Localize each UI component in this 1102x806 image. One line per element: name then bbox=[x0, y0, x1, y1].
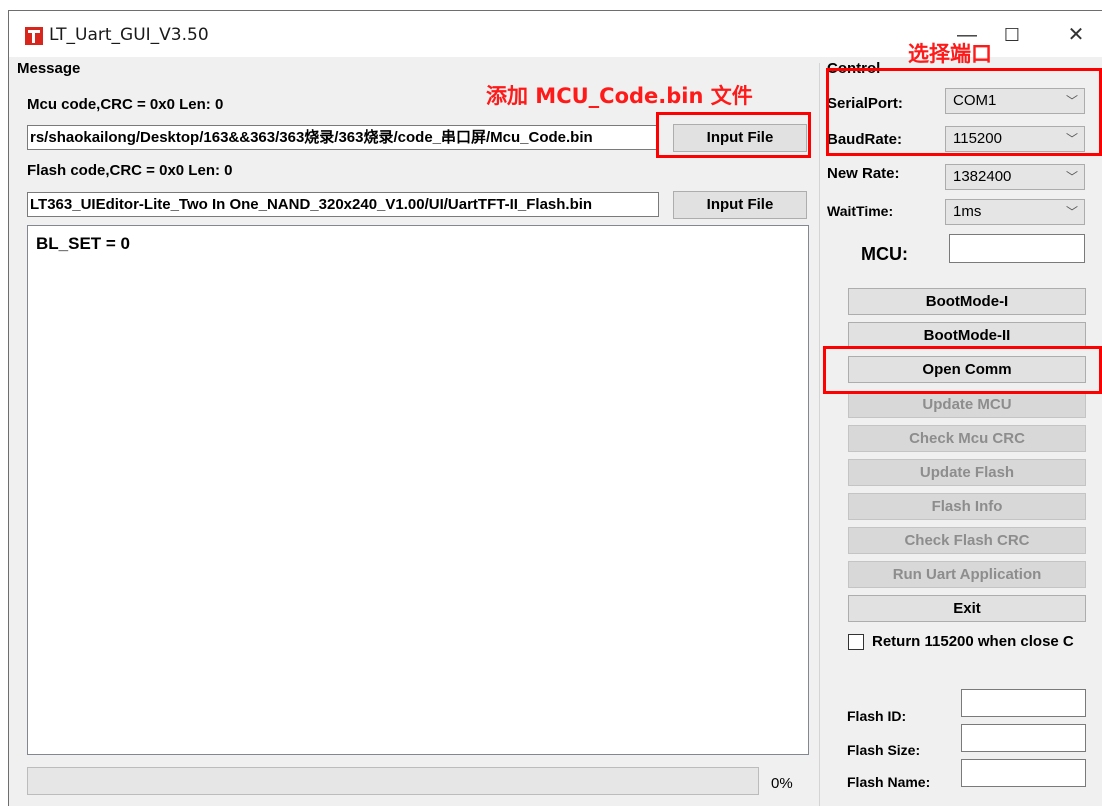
log-line: BL_SET = 0 bbox=[36, 234, 131, 253]
chevron-down-icon: ﹀ bbox=[1065, 170, 1078, 184]
add-file-annotation: 添加 MCU_Code.bin 文件 bbox=[486, 84, 753, 108]
flash-id-label: Flash ID: bbox=[847, 708, 907, 724]
message-log[interactable]: BL_SET = 0 bbox=[27, 225, 809, 755]
update-mcu-button[interactable]: Update MCU bbox=[848, 391, 1086, 418]
new-rate-value: 1382400 bbox=[953, 168, 1012, 185]
run-uart-application-button[interactable]: Run Uart Application bbox=[848, 561, 1086, 588]
window-title: LT_Uart_GUI_V3.50 bbox=[49, 25, 209, 45]
port-settings-highlight bbox=[826, 68, 1102, 156]
flash-info-button[interactable]: Flash Info bbox=[848, 493, 1086, 520]
mcu-label: MCU: bbox=[861, 244, 908, 264]
mcu-field[interactable] bbox=[949, 234, 1085, 263]
input-file-highlight bbox=[656, 112, 811, 158]
flash-size-label: Flash Size: bbox=[847, 742, 921, 758]
chevron-down-icon: ﹀ bbox=[1065, 205, 1078, 219]
flash-name-label: Flash Name: bbox=[847, 774, 931, 790]
mcu-code-info: Mcu code,CRC = 0x0 Len: 0 bbox=[27, 96, 224, 113]
bootmode-2-button[interactable]: BootMode-II bbox=[848, 322, 1086, 349]
flash-size-field[interactable] bbox=[961, 724, 1086, 752]
return-baud-label: Return 115200 when close C bbox=[872, 633, 1074, 650]
close-icon[interactable]: ✕ bbox=[1053, 19, 1099, 51]
exit-button[interactable]: Exit bbox=[848, 595, 1086, 622]
maximize-icon[interactable]: ☐ bbox=[989, 19, 1035, 51]
check-mcu-crc-button[interactable]: Check Mcu CRC bbox=[848, 425, 1086, 452]
open-comm-highlight bbox=[823, 346, 1102, 394]
flash-name-field[interactable] bbox=[961, 759, 1086, 787]
message-group-label: Message bbox=[17, 60, 81, 77]
flash-input-file-button[interactable]: Input File bbox=[673, 191, 807, 219]
flash-id-field[interactable] bbox=[961, 689, 1086, 717]
wait-time-value: 1ms bbox=[953, 203, 982, 220]
select-port-annotation: 选择端口 bbox=[908, 42, 992, 66]
mcu-file-path-field[interactable]: rs/shaokailong/Desktop/163&&363/363烧录/36… bbox=[27, 125, 659, 150]
update-flash-button[interactable]: Update Flash bbox=[848, 459, 1086, 486]
bootmode-1-button[interactable]: BootMode-I bbox=[848, 288, 1086, 315]
check-flash-crc-button[interactable]: Check Flash CRC bbox=[848, 527, 1086, 554]
flash-code-info: Flash code,CRC = 0x0 Len: 0 bbox=[27, 162, 233, 179]
progress-percent: 0% bbox=[771, 775, 793, 792]
wait-time-select[interactable]: 1ms ﹀ bbox=[945, 199, 1085, 225]
progress-bar bbox=[27, 767, 759, 795]
return-baud-checkbox[interactable] bbox=[848, 634, 864, 650]
wait-time-label: WaitTime: bbox=[827, 203, 894, 219]
flash-file-path-field[interactable]: LT363_UIEditor-Lite_Two In One_NAND_320x… bbox=[27, 192, 659, 217]
app-logo-icon bbox=[25, 27, 43, 45]
new-rate-select[interactable]: 1382400 ﹀ bbox=[945, 164, 1085, 190]
new-rate-label: New Rate: bbox=[827, 165, 900, 182]
